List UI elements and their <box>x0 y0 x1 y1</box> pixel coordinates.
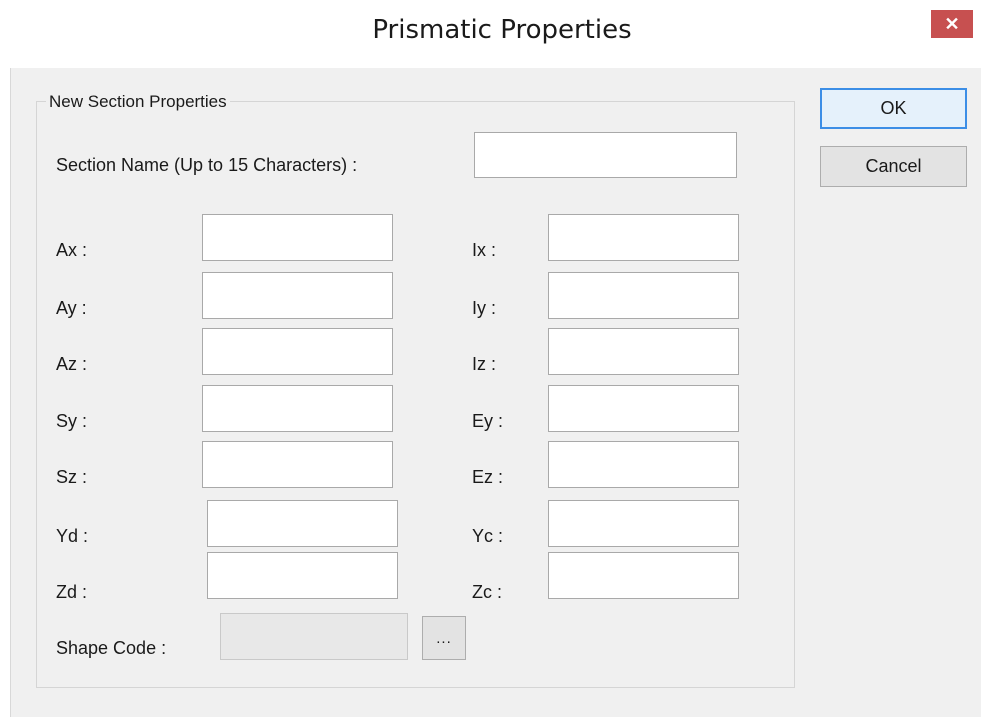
az-label: Az : <box>56 354 88 374</box>
ay-label: Ay : <box>56 298 87 318</box>
cancel-button[interactable]: Cancel <box>820 146 967 187</box>
ay-input[interactable] <box>202 272 393 319</box>
ix-input[interactable] <box>548 214 739 261</box>
zc-input[interactable] <box>548 552 739 599</box>
shape-code-input <box>220 613 408 660</box>
sz-input[interactable] <box>202 441 393 488</box>
ok-button[interactable]: OK <box>820 88 967 129</box>
iz-input[interactable] <box>548 328 739 375</box>
sy-label: Sy : <box>56 411 88 431</box>
sy-input[interactable] <box>202 385 393 432</box>
ey-label: Ey : <box>472 411 504 431</box>
zd-label: Zd : <box>56 582 88 602</box>
ez-label: Ez : <box>472 467 504 487</box>
shape-code-label: Shape Code : <box>56 638 167 658</box>
ix-label: Ix : <box>472 240 497 260</box>
dialog-client-area: New Section Properties Section Name (Up … <box>10 68 981 717</box>
ez-input[interactable] <box>548 441 739 488</box>
yd-input[interactable] <box>207 500 398 547</box>
iy-input[interactable] <box>548 272 739 319</box>
title-bar[interactable]: Prismatic Properties ✕ <box>0 0 981 68</box>
zc-label: Zc : <box>472 582 502 602</box>
prismatic-properties-dialog: Prismatic Properties ✕ New Section Prope… <box>0 0 981 717</box>
section-name-label: Section Name (Up to 15 Characters) : <box>56 155 358 175</box>
ax-label: Ax : <box>56 240 88 260</box>
group-legend: New Section Properties <box>46 92 230 112</box>
yc-label: Yc : <box>472 526 504 546</box>
shape-code-browse-button[interactable]: ... <box>422 616 466 660</box>
zd-input[interactable] <box>207 552 398 599</box>
iy-label: Iy : <box>472 298 497 318</box>
yc-input[interactable] <box>548 500 739 547</box>
window-title: Prismatic Properties <box>372 15 632 45</box>
ey-input[interactable] <box>548 385 739 432</box>
close-icon: ✕ <box>944 13 960 34</box>
sz-label: Sz : <box>56 467 88 487</box>
iz-label: Iz : <box>472 354 497 374</box>
az-input[interactable] <box>202 328 393 375</box>
close-button[interactable]: ✕ <box>931 10 973 38</box>
yd-label: Yd : <box>56 526 89 546</box>
ax-input[interactable] <box>202 214 393 261</box>
section-name-input[interactable] <box>474 132 737 178</box>
